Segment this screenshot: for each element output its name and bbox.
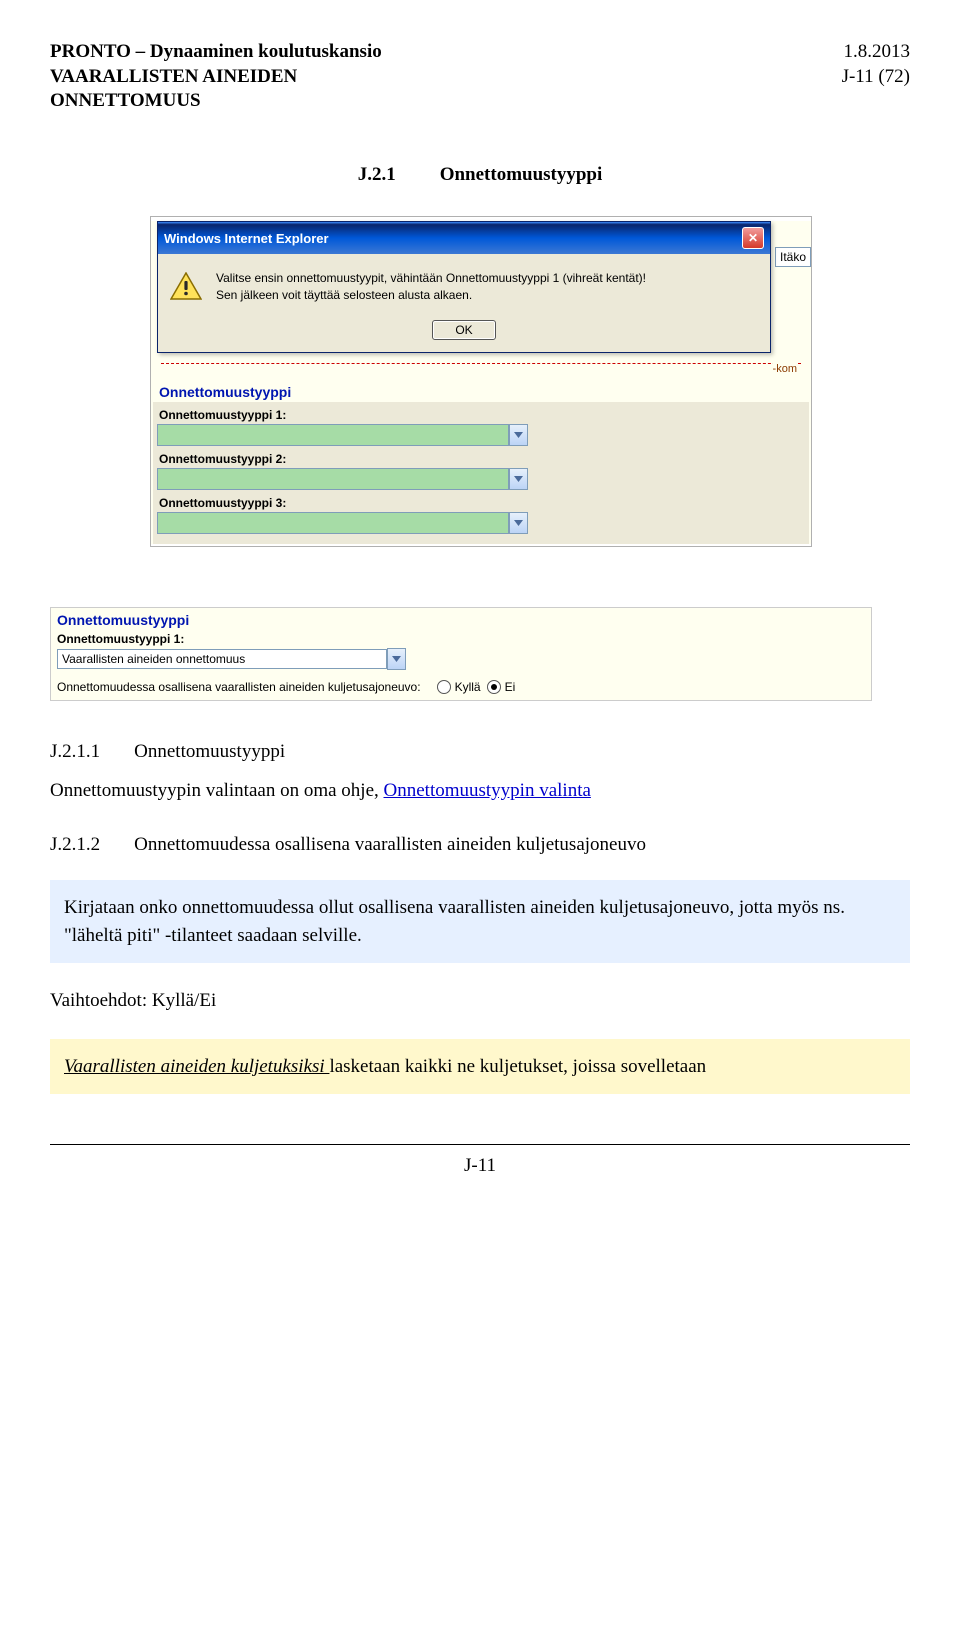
close-button[interactable]: ✕ — [742, 227, 764, 249]
sub2-title: Onnettomuudessa osallisena vaarallisten … — [134, 834, 646, 856]
accident-type-1-dropdown[interactable] — [157, 424, 509, 446]
section-number: J.2.1 — [358, 164, 396, 186]
header-title-2: VAARALLISTEN AINEIDEN — [50, 65, 382, 90]
yellow-rest: lasketaan kaikki ne kuljetukset, joissa … — [329, 1056, 706, 1077]
background-dropdown-fragment: Itäko — [775, 247, 811, 267]
sub2-number: J.2.1.2 — [50, 834, 100, 856]
section-title: Onnettomuustyyppi — [440, 164, 603, 186]
form1: Onnettomuustyyppi 1: Onnettomuustyyppi 2… — [153, 402, 809, 544]
alert-dialog: Windows Internet Explorer ✕ Valitse ensi… — [157, 221, 771, 353]
options-paragraph: Vaihtoehdot: Kyllä/Ei — [50, 987, 910, 1015]
header-right: 1.8.2013 J-11 (72) — [842, 40, 910, 114]
radio-no-label: Ei — [505, 680, 516, 694]
screenshot-dialog: Itäko Windows Internet Explorer ✕ Valit — [150, 216, 812, 547]
form1-label-2: Onnettomuustyyppi 2: — [157, 450, 805, 468]
chevron-down-icon[interactable] — [387, 648, 406, 670]
транспорт-vehicle-question-row: Onnettomuudessa osallisena vaarallisten … — [51, 674, 871, 700]
sub1-title: Onnettomuustyyppi — [134, 741, 285, 763]
dialog-line-2: Sen jälkeen voit täyttää selosteen alust… — [216, 287, 646, 304]
warning-icon — [170, 272, 202, 300]
dialog-message: Valitse ensin onnettomuustyypit, vähintä… — [216, 270, 646, 304]
radio-no[interactable] — [487, 680, 501, 694]
question-text: Onnettomuudessa osallisena vaarallisten … — [57, 680, 421, 694]
form1-label-1: Onnettomuustyyppi 1: — [157, 406, 805, 424]
header-page: J-11 (72) — [842, 65, 910, 90]
form1-title: Onnettomuustyyppi — [151, 378, 811, 402]
info-box-blue: Kirjataan onko onnettomuudessa ollut osa… — [50, 880, 910, 963]
dialog-titlebar: Windows Internet Explorer ✕ — [158, 222, 770, 254]
chevron-down-icon[interactable] — [509, 468, 528, 490]
accident-type-1-select[interactable]: Vaarallisten aineiden onnettomuus — [57, 649, 387, 669]
radio-dot-icon — [491, 684, 497, 690]
sub1-paragraph: Onnettomuustyypin valintaan on oma ohje,… — [50, 777, 910, 805]
yellow-lead: Vaarallisten aineiden kuljetuksiksi — [64, 1056, 329, 1077]
close-icon: ✕ — [748, 231, 758, 245]
footer-divider — [50, 1144, 910, 1145]
info-box-yellow: Vaarallisten aineiden kuljetuksiksi lask… — [50, 1039, 910, 1095]
footer-page: J-11 — [50, 1155, 910, 1177]
chevron-down-icon[interactable] — [509, 424, 528, 446]
header-title-1: PRONTO – Dynaaminen koulutuskansio — [50, 40, 382, 65]
subheading-1: J.2.1.1 Onnettomuustyyppi — [50, 741, 910, 763]
sub1-text: Onnettomuustyypin valintaan on oma ohje, — [50, 780, 384, 801]
dialog-line-1: Valitse ensin onnettomuustyypit, vähintä… — [216, 270, 646, 287]
dialog-title: Windows Internet Explorer — [164, 231, 329, 246]
form2-label-1: Onnettomuustyyppi 1: — [51, 630, 871, 648]
accident-type-3-dropdown[interactable] — [157, 512, 509, 534]
radio-yes[interactable] — [437, 680, 451, 694]
obscured-red-text: -kom — [161, 363, 801, 378]
section-heading: J.2.1 Onnettomuustyyppi — [50, 164, 910, 186]
accident-type-2-dropdown[interactable] — [157, 468, 509, 490]
page-header: PRONTO – Dynaaminen koulutuskansio VAARA… — [50, 40, 910, 114]
header-title-3: ONNETTOMUUS — [50, 89, 382, 114]
screenshot-form2: Onnettomuustyyppi Onnettomuustyyppi 1: V… — [50, 607, 872, 701]
header-left: PRONTO – Dynaaminen koulutuskansio VAARA… — [50, 40, 382, 114]
form2-title: Onnettomuustyyppi — [51, 608, 871, 630]
kom-fragment: -kom — [773, 363, 797, 375]
ok-button[interactable]: OK — [432, 320, 495, 340]
radio-yes-label: Kyllä — [455, 680, 481, 694]
subheading-2: J.2.1.2 Onnettomuudessa osallisena vaara… — [50, 834, 910, 856]
selection-link[interactable]: Onnettomuustyypin valinta — [384, 780, 591, 801]
chevron-down-icon[interactable] — [509, 512, 528, 534]
header-date: 1.8.2013 — [842, 40, 910, 65]
sub1-number: J.2.1.1 — [50, 741, 100, 763]
bluebox-text: Kirjataan onko onnettomuudessa ollut osa… — [64, 897, 845, 946]
form1-label-3: Onnettomuustyyppi 3: — [157, 494, 805, 512]
